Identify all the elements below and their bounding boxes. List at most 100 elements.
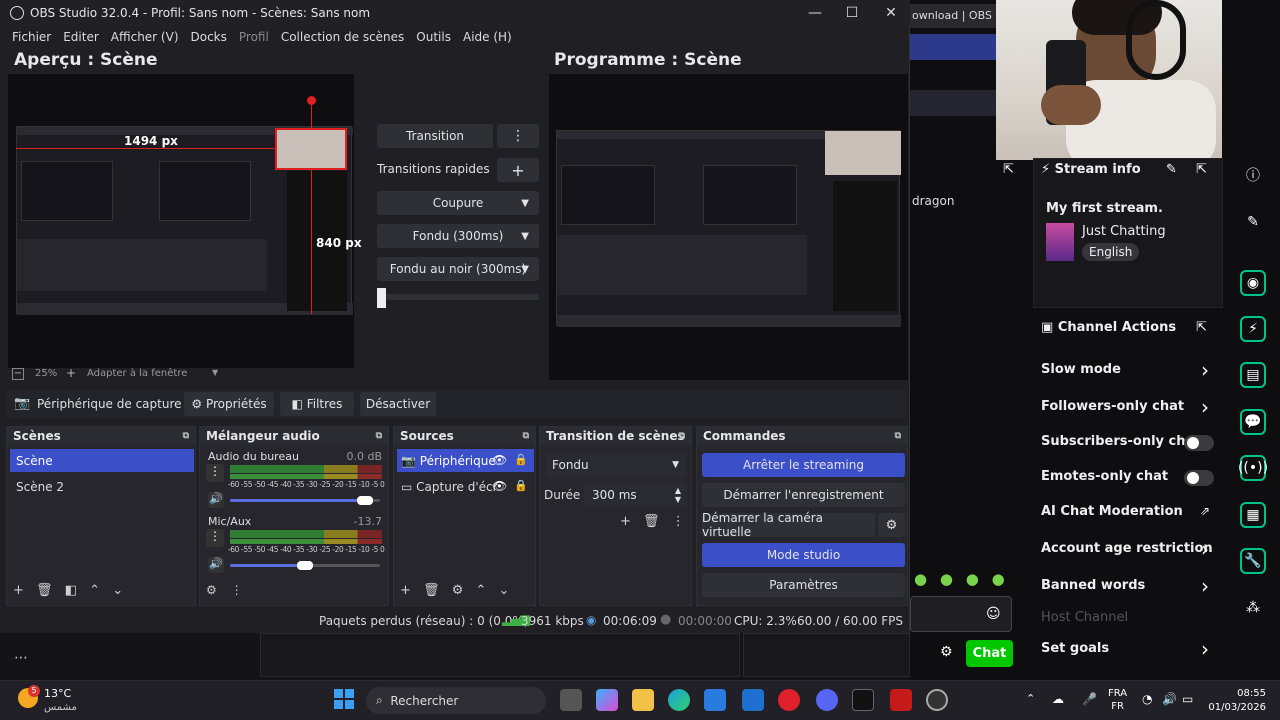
menu-item-7[interactable]: Aide (H) <box>463 30 512 44</box>
opera-icon[interactable] <box>778 689 800 711</box>
channel-action-6[interactable]: Banned words <box>1041 578 1145 593</box>
arrow-up-icon[interactable]: ⌃ <box>89 583 100 598</box>
chevron-right-icon[interactable]: › <box>1201 639 1209 659</box>
source-eye-icon-1[interactable]: 👁 <box>492 453 507 467</box>
chevron-right-icon[interactable]: › <box>1201 397 1209 417</box>
camera-icon[interactable]: ◉ <box>1240 270 1266 296</box>
channel-action-0[interactable]: Slow mode <box>1041 362 1121 377</box>
app-icon[interactable] <box>890 689 912 711</box>
maximize-button[interactable]: ☐ <box>832 0 872 26</box>
external-link-icon[interactable]: ⇗ <box>1200 504 1210 518</box>
source-eye-icon-2[interactable]: 👁 <box>492 479 507 493</box>
menu-dots-icon[interactable]: ⋮ <box>672 514 685 529</box>
mixer-menu-icon[interactable]: ⋮ <box>231 583 243 597</box>
menu-item-2[interactable]: Afficher (V) <box>111 30 179 44</box>
zoom-out-button[interactable]: − <box>12 368 24 380</box>
tray-volume-icon[interactable]: 🔊 <box>1162 692 1177 706</box>
add-icon[interactable]: + <box>400 583 411 598</box>
store-icon[interactable] <box>704 689 726 711</box>
close-button[interactable]: ✕ <box>871 0 911 26</box>
undock-icon[interactable]: ⧉ <box>523 431 529 441</box>
taskbar-search[interactable]: ⌕ Rechercher <box>366 687 546 714</box>
chevron-right-icon[interactable]: › <box>1201 539 1209 559</box>
arrow-up-icon[interactable]: ⌃ <box>476 583 487 598</box>
trash-icon[interactable]: 🗑 <box>423 583 440 598</box>
channel-action-4[interactable]: AI Chat Moderation <box>1041 504 1183 519</box>
trash-icon[interactable]: 🗑 <box>36 583 53 598</box>
chat-bubble-icon[interactable]: 💬 <box>1240 409 1266 435</box>
trash-icon[interactable]: 🗑 <box>643 514 660 529</box>
volume-knob-1[interactable] <box>297 561 313 570</box>
channel-action-3[interactable]: Emotes-only chat <box>1041 469 1168 484</box>
virtual-camera-settings-icon[interactable]: ⚙ <box>878 513 905 537</box>
undock-icon[interactable]: ⧉ <box>679 431 685 441</box>
pencil-icon[interactable]: ✎ <box>1240 209 1266 235</box>
tray-onedrive-icon[interactable]: ☁ <box>1052 692 1064 706</box>
info-icon[interactable]: ⓘ <box>1240 162 1266 188</box>
bolt-icon[interactable]: ⚡ <box>1240 316 1266 342</box>
deactivate-button[interactable]: Désactiver <box>360 392 436 416</box>
emoji-icon[interactable]: ☺ <box>986 606 1001 622</box>
chevron-right-icon[interactable]: › <box>1201 576 1209 596</box>
channel-action-5[interactable]: Account age restriction <box>1041 541 1213 556</box>
scene-item-2[interactable]: Scène 2 <box>10 475 194 498</box>
chevron-right-icon[interactable]: › <box>1201 360 1209 380</box>
transition-menu-icon[interactable]: ⋮ <box>497 124 539 148</box>
filter-icon[interactable]: ◧ <box>65 583 77 598</box>
layout-icon[interactable]: ▦ <box>1240 502 1266 528</box>
explorer-icon[interactable] <box>632 689 654 711</box>
broadcast-icon[interactable]: ((•)) <box>1238 455 1268 481</box>
wrench-icon[interactable]: 🔧 <box>1240 548 1266 574</box>
studio-mode-button[interactable]: Mode studio <box>702 543 905 567</box>
popout-icon-2[interactable]: ⇱ <box>1196 162 1207 177</box>
arrow-down-icon[interactable]: ⌄ <box>499 583 510 598</box>
menu-item-4[interactable]: Profil <box>239 30 269 44</box>
undock-icon[interactable]: ⧉ <box>376 431 382 441</box>
virtual-camera-button[interactable]: Démarrer la caméra virtuelle <box>702 511 875 539</box>
channel-action-8[interactable]: Set goals <box>1041 641 1109 656</box>
volume-knob-0[interactable] <box>357 496 373 505</box>
spin-arrows-icon[interactable]: ▲ ▼ <box>675 486 681 504</box>
transition-slider-handle[interactable] <box>377 288 386 308</box>
mixer-channel-menu-icon-1[interactable]: ⋮ <box>206 529 224 547</box>
language-tag[interactable]: English <box>1082 243 1140 261</box>
transition-type-select[interactable]: Fondu ▼ <box>545 453 687 477</box>
properties-button[interactable]: ⚙ Propriétés <box>184 392 274 416</box>
start-recording-button[interactable]: Démarrer l'enregistrement <box>702 483 905 507</box>
edit-icon[interactable]: ✎ <box>1166 162 1177 177</box>
toggle-switch[interactable] <box>1184 435 1214 451</box>
tray-chevron-icon[interactable]: ⌃ <box>1026 692 1035 705</box>
transition-button[interactable]: Transition <box>377 124 493 148</box>
duration-spinbox[interactable]: 300 ms ▲ ▼ <box>584 483 687 507</box>
scene-item-1[interactable]: Scène <box>10 449 194 472</box>
mixer-settings-icon[interactable]: ⚙ <box>206 583 217 597</box>
toggle-switch[interactable] <box>1184 470 1214 486</box>
chat-settings-icon[interactable]: ⚙ <box>940 644 953 660</box>
speaker-icon-0[interactable]: 🔊 <box>208 492 224 508</box>
channel-action-1[interactable]: Followers-only chat <box>1041 399 1184 414</box>
capcut-icon[interactable] <box>852 689 874 711</box>
discord-icon[interactable] <box>816 689 838 711</box>
filters-button[interactable]: ◧ Filtres <box>280 392 354 416</box>
zoom-in-button[interactable]: + <box>66 366 76 380</box>
notes-icon[interactable]: ▤ <box>1240 362 1266 388</box>
menu-item-5[interactable]: Collection de scènes <box>281 30 404 44</box>
popout-icon-3[interactable]: ⇱ <box>1196 320 1207 335</box>
menu-item-0[interactable]: Fichier <box>12 30 51 44</box>
lang-indicator[interactable]: FRA FR <box>1108 687 1127 713</box>
settings-button[interactable]: Paramètres <box>702 573 905 597</box>
transition-slider-track[interactable] <box>377 294 539 300</box>
source-lock-icon-2[interactable]: 🔒 <box>514 479 528 492</box>
tray-wifi-icon[interactable]: ◔ <box>1142 692 1152 706</box>
tray-battery-icon[interactable]: ▭ <box>1182 692 1193 706</box>
chat-button[interactable]: Chat <box>966 640 1013 667</box>
ellipsis-icon[interactable]: ⋯ <box>14 650 28 666</box>
menu-item-6[interactable]: Outils <box>416 30 451 44</box>
cut-dropdown[interactable]: Coupure ▼ <box>377 191 539 215</box>
fit-chevron-icon[interactable]: ▼ <box>212 368 218 377</box>
source-lock-icon-1[interactable]: 🔒 <box>514 453 528 466</box>
task-view-icon[interactable] <box>560 689 582 711</box>
undock-icon[interactable]: ⧉ <box>895 431 901 441</box>
obs-taskbar-icon[interactable] <box>926 689 948 711</box>
tray-mic-icon[interactable]: 🎤 <box>1082 692 1097 706</box>
